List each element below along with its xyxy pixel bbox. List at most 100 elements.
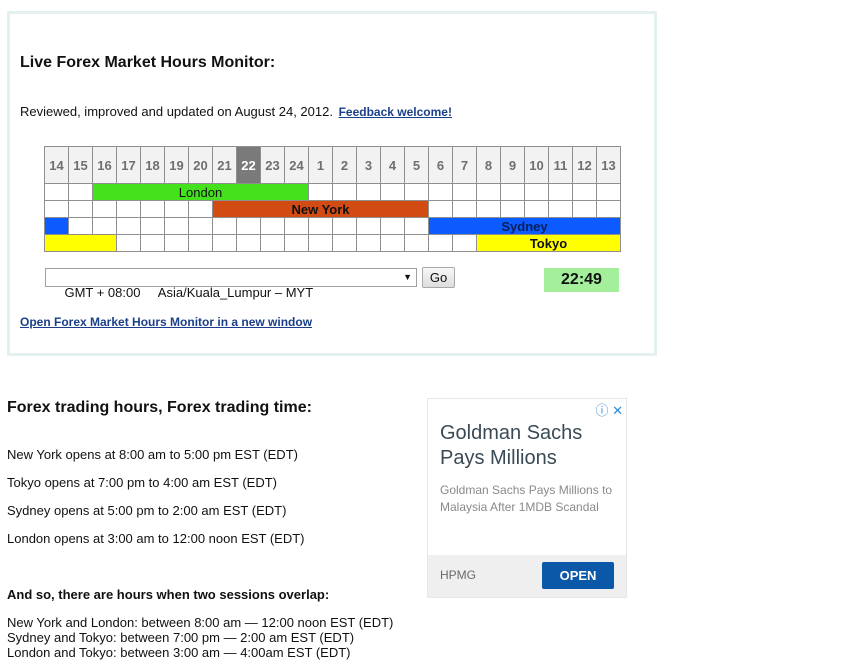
empty-cell	[524, 183, 549, 201]
hour-cell: 17	[116, 146, 141, 184]
hour-cell: 19	[164, 146, 189, 184]
dropdown-arrow-icon: ▼	[403, 272, 412, 282]
empty-cell	[188, 217, 213, 235]
empty-cell	[188, 200, 213, 218]
timezone-selected-value: GMT + 08:00 Asia/Kuala_Lumpur – MYT	[64, 285, 314, 300]
empty-cell	[308, 183, 333, 201]
ad-info-icon[interactable]: ⓘ	[595, 403, 608, 418]
timezone-select[interactable]: GMT + 08:00 Asia/Kuala_Lumpur – MYT ▼	[45, 268, 417, 300]
empty-cell	[260, 217, 285, 235]
empty-cell	[356, 234, 381, 252]
empty-cell	[284, 234, 309, 252]
ad-controls: ⓘ ✕	[595, 400, 623, 419]
session-row-sydney: Sydney	[44, 217, 621, 235]
reviewed-text: Reviewed, improved and updated on August…	[20, 104, 333, 119]
empty-cell	[476, 183, 501, 201]
empty-cell	[500, 200, 525, 218]
empty-cell	[596, 183, 621, 201]
hour-cell: 12	[572, 146, 597, 184]
hour-cell: 2	[332, 146, 357, 184]
session-hours-line: Tokyo opens at 7:00 pm to 4:00 am EST (E…	[7, 475, 277, 490]
empty-cell	[164, 234, 189, 252]
monitor-title: Live Forex Market Hours Monitor:	[20, 54, 276, 71]
empty-cell	[236, 217, 261, 235]
empty-cell	[404, 183, 429, 201]
overlap-title: And so, there are hours when two session…	[7, 587, 330, 602]
empty-cell	[260, 234, 285, 252]
empty-cell	[572, 200, 597, 218]
empty-cell	[308, 217, 333, 235]
session-bar-tokyo: Tokyo	[476, 234, 621, 252]
empty-cell	[140, 234, 165, 252]
empty-cell	[116, 234, 141, 252]
hour-cell: 14	[44, 146, 69, 184]
monitor-widget: Live Forex Market Hours Monitor: Reviewe…	[7, 11, 657, 356]
empty-cell	[68, 200, 93, 218]
hour-cell: 7	[452, 146, 477, 184]
session-bar-newyork: New York	[212, 200, 429, 218]
empty-cell	[428, 183, 453, 201]
open-new-window-link[interactable]: Open Forex Market Hours Monitor in a new…	[20, 315, 312, 329]
empty-cell	[44, 183, 69, 201]
empty-cell	[548, 183, 573, 201]
session-bar-sydney	[44, 217, 69, 235]
session-hours-line: New York opens at 8:00 am to 5:00 pm EST…	[7, 447, 298, 462]
ad-footer: HPMG OPEN	[428, 555, 626, 597]
overlap-line: London and Tokyo: between 3:00 am — 4:00…	[7, 645, 351, 660]
empty-cell	[428, 234, 453, 252]
empty-cell	[116, 200, 141, 218]
ad-headline[interactable]: Goldman Sachs Pays Millions	[440, 421, 620, 471]
overlap-line: New York and London: between 8:00 am — 1…	[7, 615, 394, 630]
hour-cell: 13	[596, 146, 621, 184]
hour-cell: 4	[380, 146, 405, 184]
feedback-link[interactable]: Feedback welcome!	[339, 105, 452, 119]
empty-cell	[380, 234, 405, 252]
hour-cell: 8	[476, 146, 501, 184]
empty-cell	[428, 200, 453, 218]
hour-cell: 9	[500, 146, 525, 184]
session-row-tokyo: Tokyo	[44, 234, 621, 252]
ad-close-icon[interactable]: ✕	[612, 403, 623, 418]
empty-cell	[212, 217, 237, 235]
go-button[interactable]: Go	[422, 267, 455, 288]
hour-header-row: 14 15 16 17 18 19 20 21 22 23 24 1 2 3 4 5 6 7 8 9 10 11 12 13	[44, 146, 621, 184]
hour-cell: 23	[260, 146, 285, 184]
hour-cell: 16	[92, 146, 117, 184]
empty-cell	[68, 217, 93, 235]
hour-cell: 3	[356, 146, 381, 184]
empty-cell	[140, 217, 165, 235]
empty-cell	[308, 234, 333, 252]
empty-cell	[452, 183, 477, 201]
hour-cell: 24	[284, 146, 309, 184]
empty-cell	[332, 234, 357, 252]
session-row-london: London	[44, 183, 621, 201]
ad-brand: HPMG	[440, 568, 476, 582]
empty-cell	[380, 183, 405, 201]
advertisement[interactable]: ⓘ ✕ Goldman Sachs Pays Millions Goldman …	[427, 398, 627, 598]
reviewed-note: Reviewed, improved and updated on August…	[20, 104, 452, 119]
empty-cell	[572, 183, 597, 201]
ad-description: Goldman Sachs Pays Millions to Malaysia …	[440, 483, 613, 514]
hour-cell: 1	[308, 146, 333, 184]
session-row-newyork: New York	[44, 200, 621, 218]
empty-cell	[116, 217, 141, 235]
empty-cell	[524, 200, 549, 218]
hour-cell: 10	[524, 146, 549, 184]
empty-cell	[380, 217, 405, 235]
empty-cell	[356, 217, 381, 235]
hour-cell: 20	[188, 146, 213, 184]
empty-cell	[212, 234, 237, 252]
session-bar-sydney: Sydney	[428, 217, 621, 235]
empty-cell	[284, 217, 309, 235]
ad-open-button[interactable]: OPEN	[542, 562, 614, 589]
empty-cell	[236, 234, 261, 252]
session-bar-tokyo	[44, 234, 117, 252]
empty-cell	[332, 183, 357, 201]
empty-cell	[596, 200, 621, 218]
hour-cell: 21	[212, 146, 237, 184]
market-hours-grid: 14 15 16 17 18 19 20 21 22 23 24 1 2 3 4 5 6 7 8 9 10 11 12 13 …	[44, 146, 621, 252]
hour-cell: 18	[140, 146, 165, 184]
empty-cell	[476, 200, 501, 218]
empty-cell	[452, 200, 477, 218]
empty-cell	[548, 200, 573, 218]
